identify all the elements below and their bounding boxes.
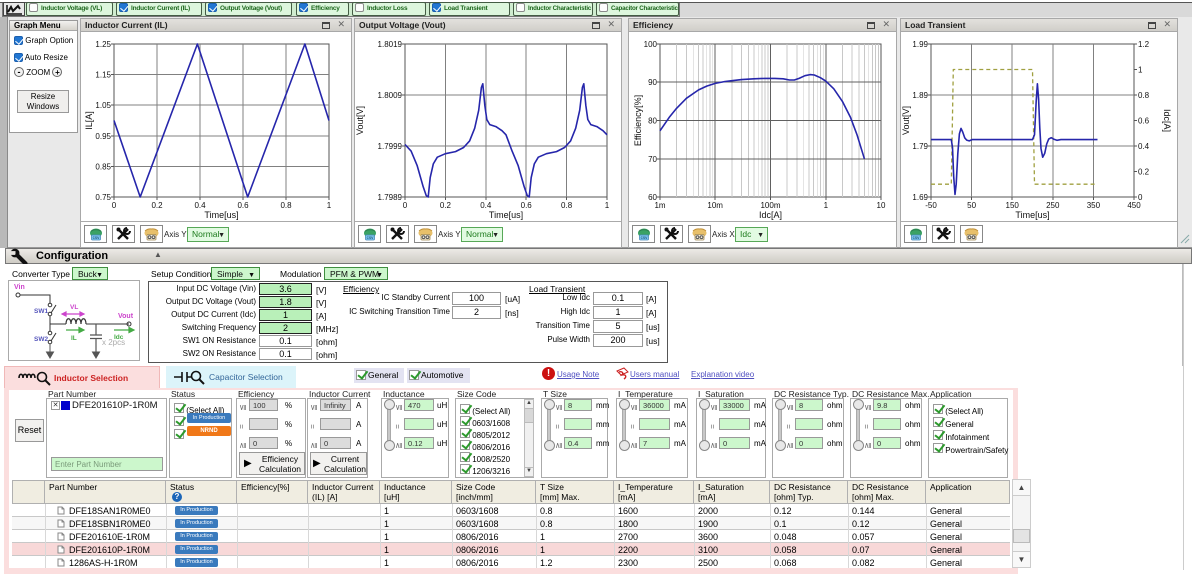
svg-text:csv: csv [366,235,374,240]
svg-text:1.7999: 1.7999 [378,142,403,151]
svg-text:Idc[A]: Idc[A] [1162,109,1172,132]
svg-text:csv: csv [640,235,648,240]
svg-text:0: 0 [1138,193,1143,202]
svg-text:0.95: 0.95 [95,132,111,141]
svg-text:1.2: 1.2 [1138,40,1150,49]
svg-text:1.79: 1.79 [912,142,928,151]
svg-text:0.75: 0.75 [95,193,111,202]
svg-text:450: 450 [1127,201,1141,210]
svg-text:0.4: 0.4 [480,201,492,210]
svg-text:0.4: 0.4 [1138,142,1150,151]
svg-text:Idc[A]: Idc[A] [759,210,782,220]
svg-text:1: 1 [1138,66,1143,75]
svg-text:Vout[V]: Vout[V] [901,106,911,135]
svg-text:100: 100 [644,40,658,49]
svg-text:-50: -50 [925,201,937,210]
svg-text:70: 70 [648,155,657,164]
svg-text:1m: 1m [654,201,665,210]
svg-text:Vout[V]: Vout[V] [355,106,365,135]
svg-text:0.6: 0.6 [1138,117,1150,126]
svg-text:100m: 100m [760,201,780,210]
svg-text:350: 350 [1087,201,1101,210]
svg-text:0.8: 0.8 [561,201,573,210]
svg-text:Time[us]: Time[us] [204,210,238,220]
svg-text:1.05: 1.05 [95,101,111,110]
svg-text:csv: csv [912,235,920,240]
svg-text:Efficiency[%]: Efficiency[%] [633,95,643,146]
svg-text:150: 150 [1006,201,1020,210]
svg-text:0.2: 0.2 [1138,168,1150,177]
svg-text:1.7989: 1.7989 [378,193,403,202]
svg-text:0.8: 0.8 [280,201,292,210]
svg-text:csv: csv [92,235,100,240]
svg-text:0.2: 0.2 [440,201,452,210]
svg-text:0.4: 0.4 [194,201,206,210]
svg-text:0.8: 0.8 [1138,91,1150,100]
svg-text:1.8009: 1.8009 [378,91,403,100]
svg-text:0.2: 0.2 [151,201,163,210]
svg-text:1.15: 1.15 [95,71,111,80]
svg-text:50: 50 [967,201,976,210]
svg-text:1.8019: 1.8019 [378,40,403,49]
svg-text:0.6: 0.6 [237,201,249,210]
svg-text:1: 1 [605,201,610,210]
svg-text:10m: 10m [707,201,723,210]
svg-text:80: 80 [648,117,657,126]
svg-text:10: 10 [877,201,886,210]
svg-text:Time[us]: Time[us] [489,210,523,220]
svg-text:IL[A]: IL[A] [84,111,94,130]
svg-text:0.6: 0.6 [521,201,533,210]
svg-text:1.25: 1.25 [95,40,111,49]
svg-text:0: 0 [112,201,117,210]
svg-text:0: 0 [403,201,408,210]
svg-text:1: 1 [824,201,829,210]
svg-text:1: 1 [327,201,332,210]
svg-text:1.99: 1.99 [912,40,928,49]
svg-text:250: 250 [1046,201,1060,210]
svg-text:90: 90 [648,78,657,87]
svg-text:Time[us]: Time[us] [1015,210,1049,220]
svg-text:0.85: 0.85 [95,162,111,171]
svg-text:1.89: 1.89 [912,91,928,100]
